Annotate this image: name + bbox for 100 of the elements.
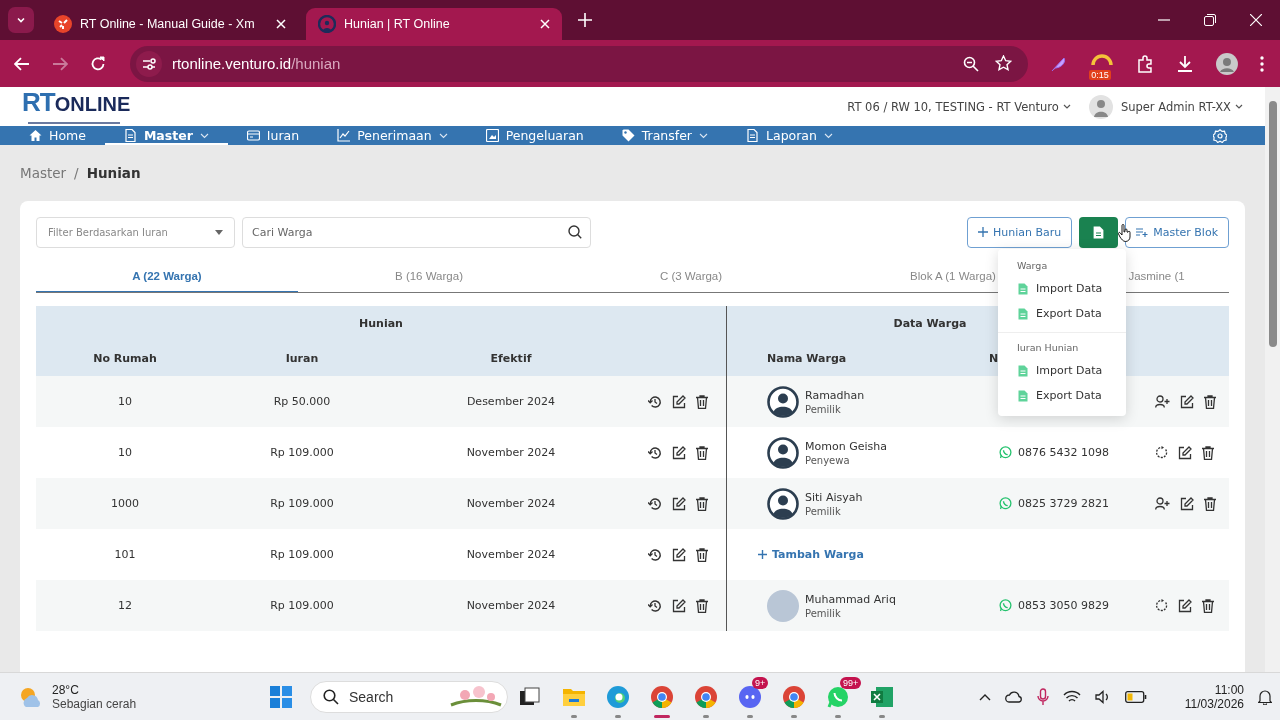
tab-search-button[interactable] bbox=[8, 7, 34, 33]
scrollbar[interactable] bbox=[1265, 87, 1280, 672]
tab[interactable]: C (3 Warga) bbox=[560, 259, 822, 292]
menu-icon[interactable] bbox=[1260, 55, 1264, 72]
menu-item[interactable]: Import Data bbox=[998, 276, 1126, 301]
trash-icon[interactable] bbox=[696, 394, 708, 409]
browser-tab[interactable]: Hunian | RT Online bbox=[306, 8, 562, 40]
close-icon[interactable] bbox=[540, 19, 550, 29]
edit-icon[interactable] bbox=[1178, 445, 1192, 460]
new-hunian-button[interactable]: Hunian Baru bbox=[966, 216, 1073, 248]
reload-icon[interactable] bbox=[89, 55, 106, 72]
add-resident-link[interactable]: Tambah Warga bbox=[758, 548, 864, 561]
site-settings-icon[interactable] bbox=[135, 50, 162, 77]
edit-icon[interactable] bbox=[672, 445, 686, 460]
chevron-up-icon[interactable] bbox=[978, 692, 991, 701]
tab[interactable]: B (16 Warga) bbox=[298, 259, 560, 292]
windows-start-icon[interactable] bbox=[270, 685, 292, 708]
location-selector[interactable]: RT 06 / RW 10, TESTING - RT Venturo bbox=[847, 99, 1059, 114]
menu-item[interactable]: Import Data bbox=[998, 358, 1126, 383]
nav-item[interactable]: Transfer bbox=[602, 126, 727, 145]
nav-item[interactable]: Iuran bbox=[227, 126, 319, 145]
trash-icon[interactable] bbox=[1202, 598, 1214, 613]
spreadsheet-button[interactable] bbox=[1079, 216, 1119, 248]
history-icon[interactable] bbox=[648, 598, 662, 613]
browser-tab[interactable]: RT Online - Manual Guide - Xm bbox=[42, 8, 298, 40]
filter-dropdown[interactable]: Filter Berdasarkan Iuran bbox=[36, 216, 235, 248]
volume-icon[interactable] bbox=[1094, 689, 1111, 704]
resident-role: Pemilik bbox=[805, 505, 842, 517]
taskbar-search[interactable]: Search bbox=[310, 680, 508, 713]
history-icon[interactable] bbox=[648, 547, 662, 562]
list-add-icon bbox=[1136, 227, 1149, 237]
edit-icon[interactable] bbox=[1180, 496, 1194, 511]
people-favicon-icon bbox=[318, 15, 336, 33]
discord-icon[interactable] bbox=[738, 684, 762, 709]
add-user-icon[interactable] bbox=[1155, 497, 1170, 510]
microphone-icon[interactable] bbox=[1036, 687, 1049, 706]
trash-icon[interactable] bbox=[1204, 394, 1216, 409]
whatsapp-icon[interactable] bbox=[826, 684, 850, 709]
rt-online-logo[interactable]: RTONLINE bbox=[22, 87, 131, 126]
chrome-icon[interactable] bbox=[650, 684, 674, 709]
nav-item[interactable]: Penerimaan bbox=[318, 126, 467, 145]
menu-item[interactable]: Export Data bbox=[998, 301, 1126, 326]
trash-icon[interactable] bbox=[1202, 445, 1214, 460]
profile-avatar-icon[interactable] bbox=[1216, 52, 1238, 75]
resident-role: Pemilik bbox=[805, 403, 842, 415]
add-user-icon[interactable] bbox=[1155, 395, 1170, 408]
search-field[interactable]: Cari Warga bbox=[242, 216, 591, 248]
download-icon[interactable] bbox=[1176, 54, 1195, 73]
settings-icon[interactable] bbox=[1213, 128, 1227, 143]
zoom-icon[interactable] bbox=[963, 55, 980, 72]
nav-item[interactable]: Home bbox=[10, 126, 105, 145]
breadcrumb-item[interactable]: Master bbox=[20, 165, 67, 181]
close-icon[interactable] bbox=[1250, 14, 1262, 26]
bookmark-star-icon[interactable] bbox=[995, 55, 1013, 72]
close-icon[interactable] bbox=[276, 19, 286, 29]
chrome-icon[interactable] bbox=[782, 684, 806, 709]
trash-icon[interactable] bbox=[696, 598, 708, 613]
wifi-icon[interactable] bbox=[1062, 689, 1081, 704]
trash-icon[interactable] bbox=[696, 496, 708, 511]
search-icon[interactable] bbox=[568, 224, 582, 239]
back-icon[interactable] bbox=[14, 55, 30, 72]
history-icon[interactable] bbox=[648, 394, 662, 409]
trash-icon[interactable] bbox=[696, 547, 708, 562]
excel-icon[interactable] bbox=[870, 684, 894, 709]
nav-item[interactable]: Pengeluaran bbox=[466, 126, 603, 145]
cloud-icon[interactable] bbox=[1004, 690, 1023, 703]
edit-icon[interactable] bbox=[1180, 394, 1194, 409]
trash-icon[interactable] bbox=[1204, 496, 1216, 511]
table-cell: November 2024 bbox=[466, 599, 556, 612]
nav-item[interactable]: Master bbox=[104, 126, 228, 145]
history-icon[interactable] bbox=[648, 445, 662, 460]
notification-bell-icon[interactable] bbox=[1258, 688, 1272, 705]
edit-icon[interactable] bbox=[672, 394, 686, 409]
edit-icon[interactable] bbox=[672, 598, 686, 613]
edit-icon[interactable] bbox=[672, 547, 686, 562]
table-cell: 10 bbox=[118, 446, 132, 459]
picture-icon bbox=[485, 129, 499, 142]
reset-icon[interactable] bbox=[1155, 599, 1168, 612]
extensions-icon[interactable] bbox=[1136, 54, 1155, 73]
nav-item[interactable]: Laporan bbox=[727, 126, 852, 145]
edit-icon[interactable] bbox=[672, 496, 686, 511]
extension-button[interactable]: 0:15 bbox=[1090, 50, 1115, 77]
table-cell: November 2024 bbox=[466, 497, 556, 510]
chrome-icon[interactable] bbox=[694, 684, 718, 709]
clock[interactable]: 11:00 11/03/2026 bbox=[1184, 682, 1244, 711]
column-group-header: Hunian bbox=[359, 317, 403, 330]
reset-icon[interactable] bbox=[1155, 446, 1168, 459]
restore-icon[interactable] bbox=[1204, 14, 1216, 26]
history-icon[interactable] bbox=[648, 496, 662, 511]
address-bar[interactable]: rtonline.venturo.id/hunian bbox=[129, 45, 1029, 82]
user-menu[interactable]: Super Admin RT-XX bbox=[1120, 99, 1231, 114]
menu-item[interactable]: Export Data bbox=[998, 383, 1126, 408]
tab[interactable]: A (22 Warga) bbox=[36, 259, 298, 292]
master-blok-button[interactable]: Master Blok bbox=[1125, 216, 1229, 248]
caret-icon bbox=[215, 229, 223, 235]
trash-icon[interactable] bbox=[696, 445, 708, 460]
new-tab-icon[interactable] bbox=[578, 13, 592, 27]
edit-icon[interactable] bbox=[1178, 598, 1192, 613]
edge-browser-icon[interactable] bbox=[606, 684, 630, 709]
battery-icon[interactable] bbox=[1124, 690, 1147, 703]
